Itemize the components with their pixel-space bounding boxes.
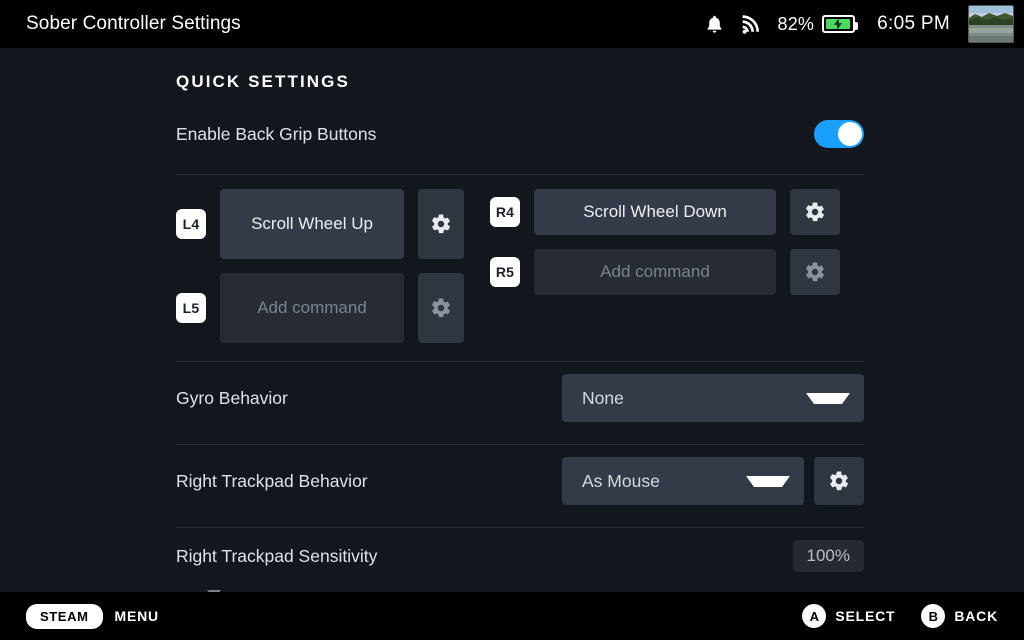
battery-percentage: 82%: [777, 13, 815, 34]
menu-label[interactable]: MENU: [115, 608, 159, 624]
back-grip-bindings-group: L4 Scroll Wheel Up L5 Add command R4 Scr…: [176, 175, 864, 351]
enable-back-grip-row[interactable]: Enable Back Grip Buttons: [176, 118, 864, 164]
chevron-down-icon: [746, 475, 790, 487]
select-label: SELECT: [835, 608, 896, 624]
right-grip-column: R4 Scroll Wheel Down R5 Add command: [490, 189, 840, 343]
a-button-icon: A: [802, 604, 827, 628]
keycap-l5: L5: [176, 293, 206, 323]
back-hint[interactable]: B BACK: [921, 604, 998, 628]
avatar[interactable]: [968, 5, 1014, 43]
binding-row-l5: L5 Add command: [176, 273, 464, 343]
charging-bolt-icon: [834, 18, 843, 30]
left-grip-column: L4 Scroll Wheel Up L5 Add command: [176, 189, 464, 343]
enable-back-grip-label: Enable Back Grip Buttons: [176, 123, 377, 144]
binding-row-r5: R5 Add command: [490, 249, 840, 295]
battery-fill-level: [826, 18, 851, 30]
right-trackpad-behavior-value: As Mouse: [582, 470, 660, 491]
back-label: BACK: [954, 608, 998, 624]
steam-button[interactable]: STEAM: [26, 603, 103, 629]
keycap-r5: R5: [490, 257, 520, 287]
right-trackpad-sensitivity-value: 100%: [792, 540, 864, 572]
right-trackpad-behavior-select[interactable]: As Mouse: [562, 457, 804, 505]
gyro-behavior-value: None: [582, 387, 624, 408]
select-hint[interactable]: A SELECT: [802, 604, 895, 628]
wifi-signal-icon[interactable]: [732, 14, 768, 34]
settings-main-area: QUICK SETTINGS Enable Back Grip Buttons …: [0, 48, 1024, 592]
bell-icon[interactable]: [698, 15, 732, 34]
toggle-knob: [838, 122, 862, 146]
gear-icon-right-trackpad[interactable]: [814, 457, 864, 505]
gyro-behavior-row: Gyro Behavior None: [176, 362, 864, 434]
slider-default-marker-icon: [207, 590, 221, 592]
right-trackpad-sensitivity-block: Right Trackpad Sensitivity 100%: [176, 528, 864, 592]
command-button-l4[interactable]: Scroll Wheel Up: [220, 189, 404, 259]
right-trackpad-behavior-label: Right Trackpad Behavior: [176, 470, 368, 491]
b-button-icon: B: [921, 604, 946, 628]
command-button-r4[interactable]: Scroll Wheel Down: [534, 189, 776, 235]
command-button-r5[interactable]: Add command: [534, 249, 776, 295]
battery-icon: [822, 15, 859, 33]
binding-row-r4: R4 Scroll Wheel Down: [490, 189, 840, 235]
right-trackpad-sensitivity-label: Right Trackpad Sensitivity: [176, 545, 378, 566]
clock: 6:05 PM: [877, 13, 950, 34]
command-button-l5[interactable]: Add command: [220, 273, 404, 343]
keycap-l4: L4: [176, 209, 206, 239]
gear-icon-r5[interactable]: [790, 249, 840, 295]
gear-icon-r4[interactable]: [790, 189, 840, 235]
right-trackpad-behavior-row: Right Trackpad Behavior As Mouse: [176, 445, 864, 517]
keycap-r4: R4: [490, 197, 520, 227]
footer-bar: STEAM MENU A SELECT B BACK: [0, 592, 1024, 640]
gyro-behavior-select[interactable]: None: [562, 374, 864, 422]
footer-hints-group: A SELECT B BACK: [802, 604, 998, 628]
chevron-down-icon: [806, 392, 850, 404]
gear-icon-l4[interactable]: [418, 189, 464, 259]
binding-row-l4: L4 Scroll Wheel Up: [176, 189, 464, 259]
steam-deck-quick-settings-screen: Sober Controller Settings 82% 6:05 PM QU…: [0, 0, 1024, 640]
gyro-behavior-label: Gyro Behavior: [176, 387, 288, 408]
gear-icon-l5[interactable]: [418, 273, 464, 343]
status-icons-group: 82% 6:05 PM: [698, 5, 1014, 43]
top-status-bar: Sober Controller Settings 82% 6:05 PM: [0, 0, 1024, 48]
right-trackpad-sensitivity-header: Right Trackpad Sensitivity 100%: [176, 540, 864, 572]
page-title: Sober Controller Settings: [26, 13, 241, 34]
enable-back-grip-toggle[interactable]: [814, 120, 864, 148]
section-title: QUICK SETTINGS: [176, 72, 350, 91]
